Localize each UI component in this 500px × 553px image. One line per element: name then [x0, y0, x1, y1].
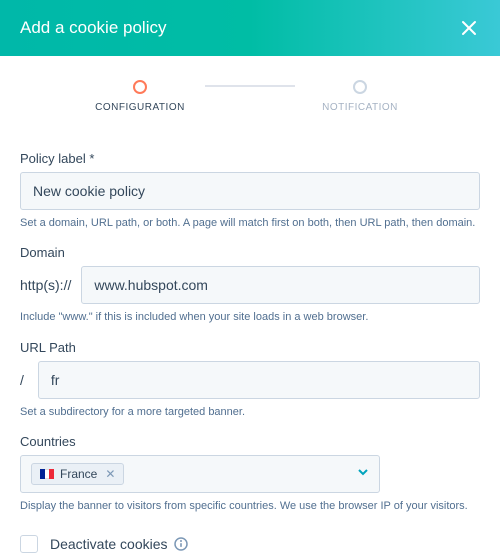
urlpath-input[interactable] [38, 361, 480, 399]
info-icon[interactable] [174, 537, 188, 551]
domain-input[interactable] [81, 266, 480, 304]
urlpath-label: URL Path [20, 340, 480, 355]
country-chip: France ✕ [31, 463, 124, 485]
deactivate-label: Deactivate cookies [50, 536, 188, 552]
step-label: NOTIFICATION [322, 102, 398, 113]
domain-helper: Include "www." if this is included when … [20, 310, 480, 325]
domain-group: http(s):// [20, 266, 480, 304]
step-configuration[interactable]: CONFIGURATION [75, 80, 205, 113]
domain-label: Domain [20, 245, 480, 260]
domain-prefix: http(s):// [20, 277, 81, 293]
france-flag-icon [40, 469, 54, 479]
policy-label-helper: Set a domain, URL path, or both. A page … [20, 216, 480, 231]
urlpath-prefix: / [20, 372, 38, 388]
step-circle-active [133, 80, 147, 94]
dialog-title: Add a cookie policy [20, 18, 166, 38]
countries-select[interactable]: France ✕ [20, 455, 380, 493]
urlpath-group: / [20, 361, 480, 399]
countries-label: Countries [20, 434, 480, 449]
urlpath-helper: Set a subdirectory for a more targeted b… [20, 405, 480, 420]
chip-remove-button[interactable]: ✕ [105, 467, 115, 481]
deactivate-checkbox[interactable] [20, 535, 38, 553]
close-icon [461, 20, 477, 36]
country-chip-label: France [60, 467, 97, 481]
step-connector [205, 85, 295, 87]
policy-label-label: Policy label * [20, 151, 480, 166]
close-button[interactable] [458, 17, 480, 39]
form-content: Policy label * Set a domain, URL path, o… [0, 121, 500, 553]
dialog-header: Add a cookie policy [0, 0, 500, 56]
policy-label-input[interactable] [20, 172, 480, 210]
chevron-down-icon [357, 465, 369, 483]
step-notification[interactable]: NOTIFICATION [295, 80, 425, 113]
step-label: CONFIGURATION [95, 102, 185, 113]
deactivate-row: Deactivate cookies [20, 535, 480, 553]
step-circle [353, 80, 367, 94]
deactivate-label-text: Deactivate cookies [50, 536, 168, 552]
stepper: CONFIGURATION NOTIFICATION [0, 56, 500, 121]
